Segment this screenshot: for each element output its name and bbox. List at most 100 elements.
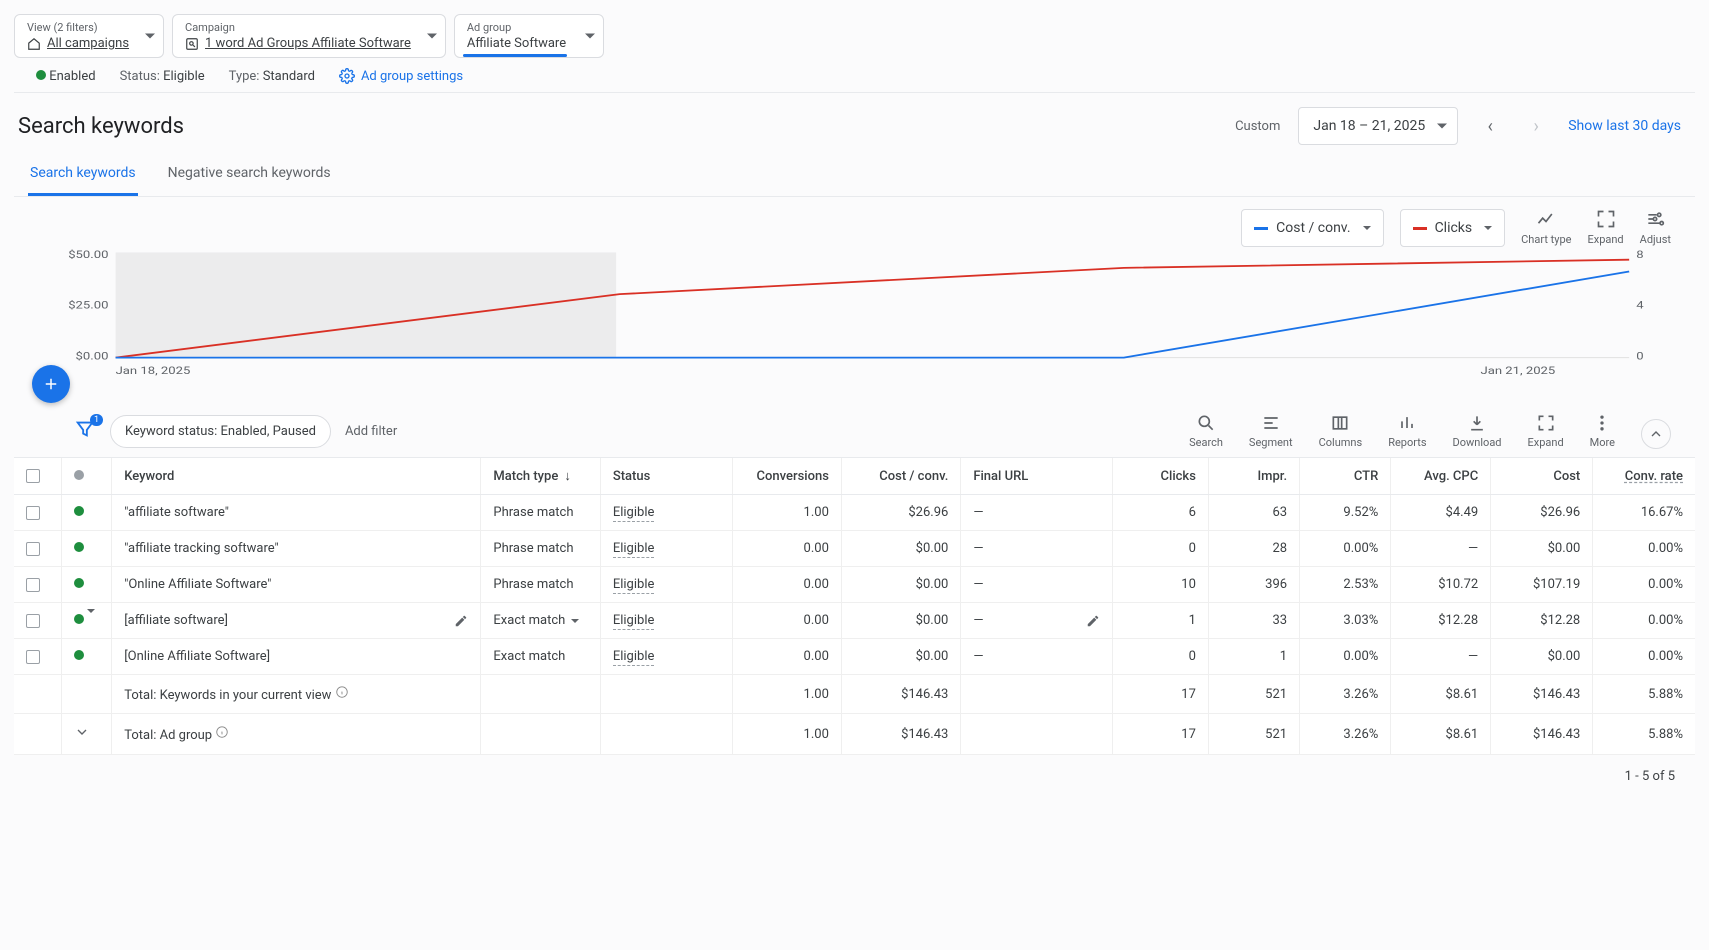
cell-clicks: 0 [1113, 531, 1209, 567]
th-conv[interactable]: Conversions [733, 458, 842, 495]
row-checkbox[interactable] [14, 531, 62, 567]
th-impr[interactable]: Impr. [1208, 458, 1299, 495]
filter-chip-status[interactable]: Keyword status: Enabled, Paused [110, 415, 331, 448]
toolbar-search[interactable]: Search [1189, 413, 1223, 449]
cell-match[interactable]: Phrase match [481, 531, 600, 567]
row-checkbox[interactable] [14, 603, 62, 639]
cell-cr: 0.00% [1593, 567, 1695, 603]
cell-cost: $0.00 [1491, 531, 1593, 567]
th-ctr[interactable]: CTR [1300, 458, 1391, 495]
add-keyword-fab[interactable] [32, 365, 70, 403]
tab-negative-keywords[interactable]: Negative search keywords [166, 155, 333, 196]
toolbar-download[interactable]: Download [1453, 413, 1502, 449]
row-checkbox[interactable] [14, 495, 62, 531]
th-keyword[interactable]: Keyword [112, 458, 481, 495]
tab-search-keywords[interactable]: Search keywords [28, 155, 138, 196]
chevron-down-icon [427, 34, 437, 39]
total-row: Total: Keywords in your current view 1.0… [14, 675, 1695, 714]
svg-text:$0.00: $0.00 [76, 350, 109, 362]
date-next-button[interactable]: › [1522, 112, 1550, 140]
page-title: Search keywords [18, 114, 184, 139]
show-last-30-link[interactable]: Show last 30 days [1568, 118, 1681, 134]
add-filter-button[interactable]: Add filter [345, 424, 397, 439]
chevron-down-icon[interactable] [74, 724, 90, 740]
search-icon [1196, 413, 1216, 433]
segment-icon [1261, 413, 1281, 433]
cell-status: Eligible [600, 603, 732, 639]
row-status-dot[interactable] [62, 639, 112, 675]
cell-keyword[interactable]: [Online Affiliate Software] [112, 639, 481, 675]
th-convrate[interactable]: Conv. rate [1593, 458, 1695, 495]
toolbar-expand[interactable]: Expand [1528, 413, 1564, 449]
th-status-dot[interactable] [62, 458, 112, 495]
cell-url[interactable]: — [961, 603, 1113, 639]
cell-avgcpc: $12.28 [1391, 603, 1491, 639]
crumb-campaign[interactable]: Campaign 1 word Ad Groups Affiliate Soft… [172, 14, 446, 58]
metric-cost-conv[interactable]: Cost / conv. [1241, 209, 1383, 247]
cell-match[interactable]: Exact match [481, 639, 600, 675]
filter-button[interactable]: 1 [74, 418, 96, 444]
cell-ctr: 9.52% [1300, 495, 1391, 531]
cell-keyword[interactable]: "Online Affiliate Software" [112, 567, 481, 603]
cell-keyword[interactable]: "affiliate software" [112, 495, 481, 531]
cell-url[interactable]: — [961, 639, 1113, 675]
cell-match[interactable]: Phrase match [481, 567, 600, 603]
toolbar-reports[interactable]: Reports [1388, 413, 1426, 449]
cell-costconv: $0.00 [841, 567, 960, 603]
cell-url[interactable]: — [961, 567, 1113, 603]
total-expand[interactable] [62, 714, 112, 755]
adgroup-settings-link[interactable]: Ad group settings [339, 68, 463, 84]
chart-expand-button[interactable]: Expand [1587, 209, 1623, 246]
table-row: "affiliate tracking software" Phrase mat… [14, 531, 1695, 567]
row-status-dot[interactable] [62, 495, 112, 531]
toolbar-columns[interactable]: Columns [1319, 413, 1363, 449]
chart-type-button[interactable]: Chart type [1521, 209, 1571, 246]
th-costconv[interactable]: Cost / conv. [841, 458, 960, 495]
cell-url[interactable]: — [961, 531, 1113, 567]
row-checkbox[interactable] [14, 567, 62, 603]
status-dot-icon [74, 506, 84, 516]
chevron-down-icon [1363, 226, 1371, 230]
table-row: [affiliate software] Exact match Eligibl… [14, 603, 1695, 639]
crumb-adgroup[interactable]: Ad group Affiliate Software [454, 14, 604, 58]
th-cost[interactable]: Cost [1491, 458, 1593, 495]
cell-keyword[interactable]: [affiliate software] [112, 603, 481, 639]
row-status-dot[interactable] [62, 531, 112, 567]
metric-clicks[interactable]: Clicks [1400, 209, 1506, 247]
th-url[interactable]: Final URL [961, 458, 1113, 495]
total-cr: 5.88% [1593, 714, 1695, 755]
status-dot-icon [74, 614, 84, 624]
date-range-selector[interactable]: Jan 18 – 21, 2025 [1298, 107, 1458, 145]
cell-cost: $107.19 [1491, 567, 1593, 603]
crumb-view[interactable]: View (2 filters) All campaigns [14, 14, 164, 58]
toolbar-segment[interactable]: Segment [1249, 413, 1293, 449]
columns-icon [1330, 413, 1350, 433]
row-checkbox[interactable] [14, 639, 62, 675]
toolbar-more[interactable]: More [1590, 413, 1615, 449]
th-status[interactable]: Status [600, 458, 732, 495]
status-enabled: Enabled [36, 69, 96, 84]
th-checkbox[interactable] [14, 458, 62, 495]
chevron-up-icon [1648, 426, 1664, 442]
cell-keyword[interactable]: "affiliate tracking software" [112, 531, 481, 567]
chart-area: $50.00 $25.00 $0.00 8 4 0 Jan 18, 2025 J… [14, 247, 1695, 405]
date-prev-button[interactable]: ‹ [1476, 112, 1504, 140]
tabs: Search keywords Negative search keywords [14, 155, 1695, 197]
collapse-chart-button[interactable] [1641, 419, 1671, 449]
th-match[interactable]: Match type↓ [481, 458, 600, 495]
cell-match[interactable]: Exact match [481, 603, 600, 639]
cell-url[interactable]: — [961, 495, 1113, 531]
total-row: Total: Ad group 1.00 $146.43 17 521 3.26… [14, 714, 1695, 755]
total-cr: 5.88% [1593, 675, 1695, 714]
total-costconv: $146.43 [841, 675, 960, 714]
chart-line-icon [1536, 209, 1556, 229]
chevron-down-icon [1437, 124, 1447, 129]
th-avgcpc[interactable]: Avg. CPC [1391, 458, 1491, 495]
cell-match[interactable]: Phrase match [481, 495, 600, 531]
cell-avgcpc: $10.72 [1391, 567, 1491, 603]
row-status-dot[interactable] [62, 603, 112, 639]
chart-adjust-button[interactable]: Adjust [1640, 209, 1671, 246]
chevron-down-icon [1484, 226, 1492, 230]
row-status-dot[interactable] [62, 567, 112, 603]
th-clicks[interactable]: Clicks [1113, 458, 1209, 495]
